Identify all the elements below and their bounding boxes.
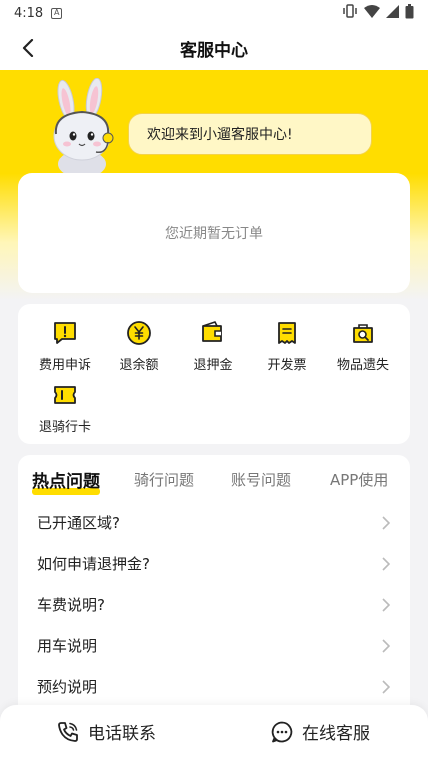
phone-contact-label: 电话联系 — [88, 724, 156, 744]
service-fee-appeal[interactable]: 费用申诉 — [28, 318, 102, 378]
faq-item[interactable]: 车费说明? — [18, 584, 410, 625]
online-service-label: 在线客服 — [302, 724, 370, 744]
faq-item[interactable]: 用车说明 — [18, 625, 410, 666]
chevron-right-icon — [382, 516, 390, 530]
page-title: 客服中心 — [180, 40, 248, 61]
chevron-right-icon — [382, 598, 390, 612]
service-refund-balance[interactable]: 退余额 — [102, 318, 176, 378]
status-icons — [342, 3, 414, 23]
faq-card: 热点问题 骑行问题 账号问题 APP使用 已开通区域? 如何申请退押金? 车费说… — [18, 455, 410, 725]
ticket-card-icon — [54, 386, 76, 404]
service-refund-ride-card[interactable]: 退骑行卡 — [28, 380, 102, 440]
faq-item[interactable]: 已开通区域? — [18, 502, 410, 543]
tab-label: 骑行问题 — [134, 471, 195, 489]
phone-icon — [58, 721, 78, 742]
service-label: 开发票 — [267, 358, 307, 373]
service-label: 费用申诉 — [38, 358, 91, 373]
faq-item-label: 车费说明? — [37, 596, 105, 614]
phone-contact-button[interactable]: 电话联系 — [56, 719, 156, 744]
nav-header: 客服中心 — [0, 26, 428, 70]
exclamation-message-icon — [54, 322, 76, 344]
battery-icon — [405, 3, 414, 23]
online-service-button[interactable]: 在线客服 — [270, 719, 370, 744]
recent-orders-card: 您近期暂无订单 — [18, 173, 410, 293]
faq-tabs: 热点问题 骑行问题 账号问题 APP使用 — [18, 455, 410, 503]
signal-icon — [386, 4, 399, 22]
tab-app-usage[interactable]: APP使用 — [330, 469, 388, 490]
faq-item[interactable]: 如何申请退押金? — [18, 543, 410, 584]
status-bar: 4:18 A — [0, 0, 428, 26]
chevron-right-icon — [382, 680, 390, 694]
bottom-action-bar: 电话联系 在线客服 — [0, 705, 428, 760]
vibrate-icon — [342, 4, 358, 22]
wallet-icon — [202, 321, 222, 342]
service-grid: 费用申诉 退余额 退押金 开发票 物品遗失 退骑行卡 — [18, 304, 410, 444]
wifi-icon — [364, 4, 380, 22]
yen-coin-icon — [127, 321, 151, 345]
tab-label: 热点问题 — [32, 472, 100, 492]
empty-orders-text: 您近期暂无订单 — [165, 226, 263, 242]
service-lost-items[interactable]: 物品遗失 — [326, 318, 400, 378]
service-label: 退余额 — [119, 358, 159, 373]
tab-hot-questions[interactable]: 热点问题 — [32, 467, 100, 495]
tab-riding-questions[interactable]: 骑行问题 — [134, 469, 194, 490]
service-label: 退骑行卡 — [38, 420, 91, 435]
status-time: 4:18 — [14, 5, 44, 21]
faq-item-label: 如何申请退押金? — [37, 555, 150, 573]
tab-account-questions[interactable]: 账号问题 — [231, 469, 291, 490]
faq-item-label: 预约说明 — [37, 678, 98, 696]
faq-item[interactable]: 预约说明 — [18, 666, 410, 707]
service-refund-deposit[interactable]: 退押金 — [176, 318, 250, 378]
notification-badge: A — [51, 7, 63, 19]
invoice-icon — [278, 322, 296, 344]
welcome-text: 欢迎来到小遛客服中心! — [147, 127, 293, 143]
chevron-right-icon — [382, 557, 390, 571]
tab-label: 账号问题 — [231, 471, 292, 489]
chevron-right-icon — [382, 639, 390, 653]
welcome-bubble: 欢迎来到小遛客服中心! — [128, 113, 372, 155]
service-label: 物品遗失 — [336, 358, 389, 373]
rabbit-mascot-icon — [44, 77, 124, 178]
service-invoice[interactable]: 开发票 — [250, 318, 324, 378]
service-label: 退押金 — [193, 358, 233, 373]
faq-item-label: 已开通区域? — [37, 514, 120, 532]
faq-item-label: 用车说明 — [37, 637, 98, 655]
tab-label: APP使用 — [330, 471, 389, 489]
chat-bubble-icon — [271, 721, 293, 742]
lost-item-search-icon — [353, 324, 373, 343]
back-arrow-icon[interactable] — [14, 34, 42, 62]
